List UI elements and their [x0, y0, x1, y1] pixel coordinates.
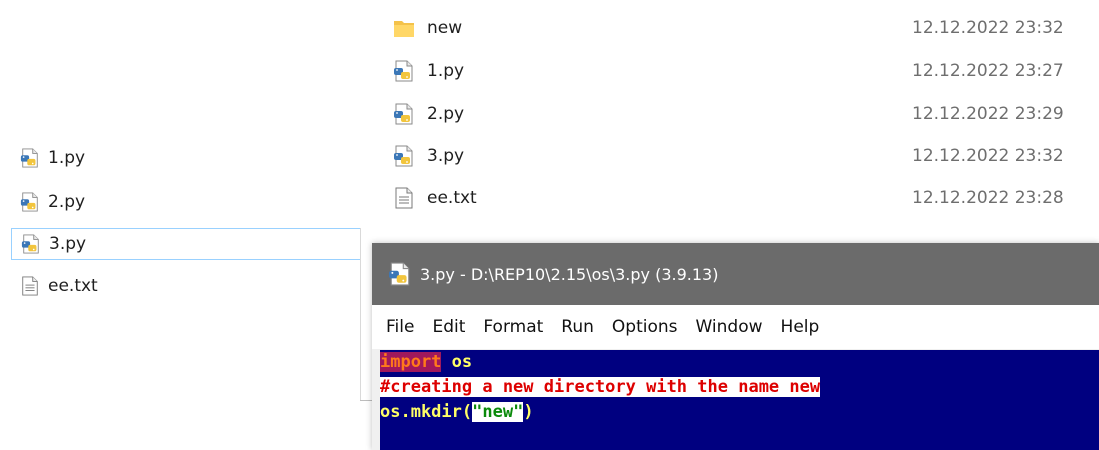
left-file-item-1py[interactable]: 1.py — [20, 142, 360, 174]
file-date: 12.12.2022 23:29 — [912, 104, 1064, 124]
code-line-2: #creating a new directory with the name … — [380, 375, 821, 400]
python-file-icon — [20, 148, 40, 168]
file-date: 12.12.2022 23:27 — [912, 61, 1064, 81]
menu-bar: File Edit Format Run Options Window Help — [372, 305, 1099, 349]
menu-options[interactable]: Options — [608, 317, 682, 337]
python-file-icon — [393, 145, 415, 167]
string-literal: "new" — [472, 402, 524, 422]
file-date: 12.12.2022 23:32 — [912, 18, 1064, 38]
right-file-item-3py[interactable]: 3.py 12.12.2022 23:32 — [385, 138, 1099, 174]
menu-format[interactable]: Format — [479, 317, 547, 337]
left-file-item-eetxt[interactable]: ee.txt — [20, 270, 360, 302]
closing-paren: ) — [523, 402, 534, 422]
code-line-1: import os — [380, 350, 472, 375]
code-line-3: os.mkdir("new") — [380, 400, 534, 425]
folder-icon — [393, 17, 415, 39]
window-title: 3.py - D:\REP10\2.15\os\3.py (3.9.13) — [420, 264, 719, 284]
menu-run[interactable]: Run — [557, 317, 598, 337]
menu-help[interactable]: Help — [777, 317, 824, 337]
python-file-icon — [388, 262, 412, 286]
file-date: 12.12.2022 23:32 — [912, 146, 1064, 166]
python-file-icon — [21, 234, 41, 254]
pane-divider-tick — [360, 400, 372, 401]
keyword-import: import — [380, 352, 442, 372]
text-file-icon — [20, 276, 40, 296]
left-file-item-3py-selected[interactable]: 3.py — [11, 228, 361, 260]
python-file-icon — [393, 103, 415, 125]
left-file-item-2py[interactable]: 2.py — [20, 186, 360, 218]
file-date: 12.12.2022 23:28 — [912, 188, 1064, 208]
right-file-item-2py[interactable]: 2.py 12.12.2022 23:29 — [385, 96, 1099, 132]
idle-editor-window: 3.py - D:\REP10\2.15\os\3.py (3.9.13) Fi… — [372, 243, 1099, 450]
python-file-icon — [20, 192, 40, 212]
file-name: 3.py — [49, 234, 87, 254]
menu-window[interactable]: Window — [692, 317, 767, 337]
code-editor[interactable]: import os #creating a new directory with… — [380, 350, 1099, 450]
menu-file[interactable]: File — [382, 317, 418, 337]
right-file-item-1py[interactable]: 1.py 12.12.2022 23:27 — [385, 53, 1099, 89]
code-comment: #creating a new directory with the name … — [380, 377, 821, 397]
right-file-item-new[interactable]: new 12.12.2022 23:32 — [385, 10, 1099, 46]
window-titlebar[interactable]: 3.py - D:\REP10\2.15\os\3.py (3.9.13) — [372, 243, 1099, 305]
menu-edit[interactable]: Edit — [428, 317, 469, 337]
python-file-icon — [393, 60, 415, 82]
file-name: 1.py — [48, 148, 86, 168]
text-file-icon — [393, 187, 415, 209]
file-name: ee.txt — [48, 276, 98, 296]
file-name: 2.py — [48, 192, 86, 212]
function-call: os.mkdir( — [380, 402, 473, 422]
module-name: os — [441, 352, 473, 372]
pane-divider — [360, 228, 361, 400]
right-file-item-eetxt[interactable]: ee.txt 12.12.2022 23:28 — [385, 180, 1099, 216]
